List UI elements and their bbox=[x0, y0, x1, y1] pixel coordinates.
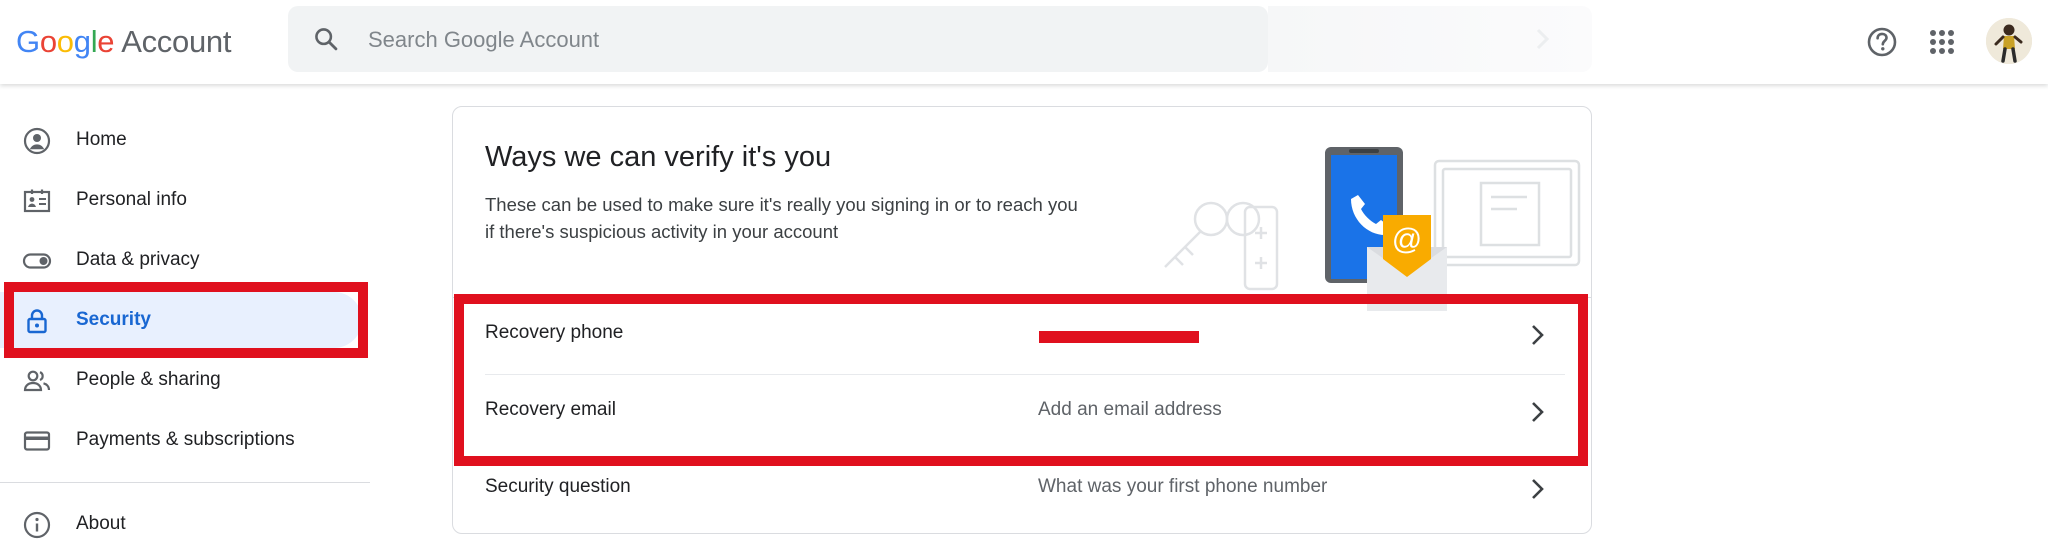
people-icon bbox=[23, 370, 51, 392]
row-value: What was your first phone number bbox=[1038, 476, 1328, 497]
sidebar-item-label: People & sharing bbox=[76, 369, 221, 390]
sidebar-item-personal-info[interactable]: Personal info bbox=[0, 172, 370, 228]
apps-grid-icon[interactable] bbox=[1922, 22, 1962, 62]
avatar[interactable] bbox=[1986, 18, 2032, 64]
info-icon bbox=[23, 511, 51, 539]
sidebar-item-people-sharing[interactable]: People & sharing bbox=[0, 352, 370, 408]
redaction-bar bbox=[1039, 331, 1199, 343]
sidebar-item-label: Payments & subscriptions bbox=[76, 429, 295, 450]
search-input[interactable] bbox=[366, 18, 1230, 62]
chevron-right-icon[interactable] bbox=[1523, 397, 1553, 427]
sidebar-divider bbox=[0, 482, 370, 483]
app-header: Go o g l e Account bbox=[0, 0, 2048, 84]
sidebar-item-label: Home bbox=[76, 129, 127, 150]
faded-chevron-icon bbox=[1536, 28, 1550, 50]
card-description: These can be used to make sure it's real… bbox=[485, 194, 1078, 242]
recovery-email-row[interactable]: Recovery email Add an email address bbox=[453, 375, 1591, 451]
sidebar-item-label: Personal info bbox=[76, 189, 187, 210]
recovery-phone-row[interactable]: Recovery phone bbox=[453, 298, 1591, 374]
id-card-icon bbox=[23, 189, 51, 213]
sidebar-item-label: About bbox=[76, 513, 126, 534]
row-label: Recovery phone bbox=[485, 322, 624, 343]
sidebar-item-about[interactable]: About bbox=[0, 496, 370, 552]
chevron-right-icon[interactable] bbox=[1523, 320, 1553, 350]
sidebar-item-label: Security bbox=[76, 309, 151, 330]
avatar-image bbox=[1986, 18, 2032, 64]
credit-card-icon bbox=[23, 431, 51, 451]
toggle-icon bbox=[22, 253, 52, 269]
verification-methods-card: Ways we can verify it's you These can be… bbox=[452, 106, 1592, 534]
lock-icon bbox=[27, 309, 47, 334]
row-label: Recovery email bbox=[485, 399, 616, 420]
search-box[interactable] bbox=[288, 6, 1268, 72]
sidebar-item-payments[interactable]: Payments & subscriptions bbox=[0, 412, 370, 468]
logo-letter: G bbox=[16, 24, 40, 59]
sidebar-item-label: Data & privacy bbox=[76, 249, 200, 270]
security-question-row[interactable]: Security question What was your first ph… bbox=[453, 452, 1591, 528]
search-suggestion-overlay bbox=[1268, 6, 1592, 72]
sidebar-item-home[interactable]: Home bbox=[0, 112, 370, 168]
row-label: Security question bbox=[485, 476, 631, 497]
chevron-right-icon[interactable] bbox=[1523, 474, 1553, 504]
search-icon[interactable] bbox=[312, 25, 340, 53]
logo-letter: o bbox=[39, 24, 57, 59]
sidebar-item-security[interactable]: Security bbox=[0, 292, 362, 348]
google-account-logo[interactable]: Go o g l e Account bbox=[16, 20, 231, 64]
sidebar-item-data-privacy[interactable]: Data & privacy bbox=[0, 232, 370, 288]
help-icon[interactable] bbox=[1862, 22, 1902, 62]
logo-product-name: Account bbox=[121, 24, 232, 59]
svg-text:@: @ bbox=[1392, 223, 1422, 256]
row-value: Add an email address bbox=[1038, 399, 1222, 420]
logo-letter: o bbox=[56, 24, 74, 59]
logo-letter: g bbox=[73, 24, 91, 59]
home-person-icon bbox=[23, 127, 51, 155]
logo-letter: e bbox=[97, 24, 115, 59]
logo-letter: l bbox=[90, 24, 98, 59]
card-title: Ways we can verify it's you bbox=[485, 141, 832, 173]
